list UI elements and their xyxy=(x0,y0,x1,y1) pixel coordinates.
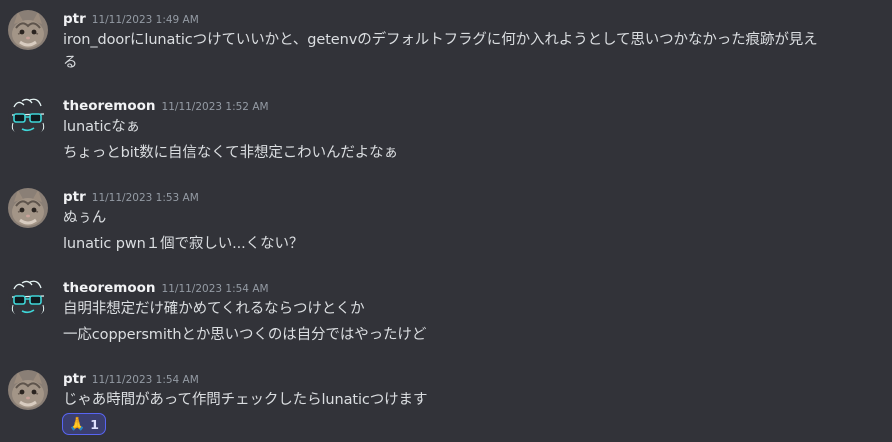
message-text: る xyxy=(63,55,78,71)
author-name[interactable]: ptr xyxy=(63,11,86,27)
sketch-face-avatar[interactable] xyxy=(8,279,48,319)
message-text: iron_doorにlunaticつけていいかと、getenvのデフォルトフラグ… xyxy=(63,32,818,48)
chat-message-list: ptr 11/11/2023 1:49 AM iron_doorにlunaticつ… xyxy=(0,0,892,442)
message-text: じゃあ時間があって作問チェックしたらlunaticつけます xyxy=(63,392,428,408)
timestamp[interactable]: 11/11/2023 1:54 AM xyxy=(162,283,269,295)
message-text: ぬぅん xyxy=(63,210,107,226)
message-header: ptr 11/11/2023 1:53 AM xyxy=(63,186,199,208)
sketch-face-avatar[interactable] xyxy=(8,97,48,137)
timestamp[interactable]: 11/11/2023 1:52 AM xyxy=(162,101,269,113)
message-text: ちょっとbit数に自信なくて非想定こわいんだよなぁ xyxy=(63,145,398,161)
cat-avatar[interactable] xyxy=(8,10,48,50)
message-header: theoremoon 11/11/2023 1:52 AM xyxy=(63,95,269,117)
author-name[interactable]: ptr xyxy=(63,189,86,205)
author-name[interactable]: ptr xyxy=(63,371,86,387)
message-header: ptr 11/11/2023 1:49 AM xyxy=(63,8,199,30)
folded-hands-icon: 🙏 xyxy=(69,416,86,432)
cat-avatar[interactable] xyxy=(8,188,48,228)
message-text: 自明非想定だけ確かめてくれるならつけとくか xyxy=(63,301,365,317)
author-name[interactable]: theoremoon xyxy=(63,98,156,114)
message-text: 一応coppersmithとか思いつくのは自分ではやったけど xyxy=(63,327,427,343)
timestamp[interactable]: 11/11/2023 1:53 AM xyxy=(92,192,199,204)
message-text: lunaticなぁ xyxy=(63,119,141,135)
cat-avatar[interactable] xyxy=(8,370,48,410)
message-text: lunatic pwn１個で寂しい...くない？ xyxy=(63,236,304,252)
timestamp[interactable]: 11/11/2023 1:49 AM xyxy=(92,14,199,26)
message-header: theoremoon 11/11/2023 1:54 AM xyxy=(63,277,269,299)
author-name[interactable]: theoremoon xyxy=(63,280,156,296)
timestamp[interactable]: 11/11/2023 1:54 AM xyxy=(92,374,199,386)
message-header: ptr 11/11/2023 1:54 AM xyxy=(63,368,199,390)
reaction-count: 1 xyxy=(90,416,99,432)
reaction-button[interactable]: 🙏 1 xyxy=(62,413,106,435)
